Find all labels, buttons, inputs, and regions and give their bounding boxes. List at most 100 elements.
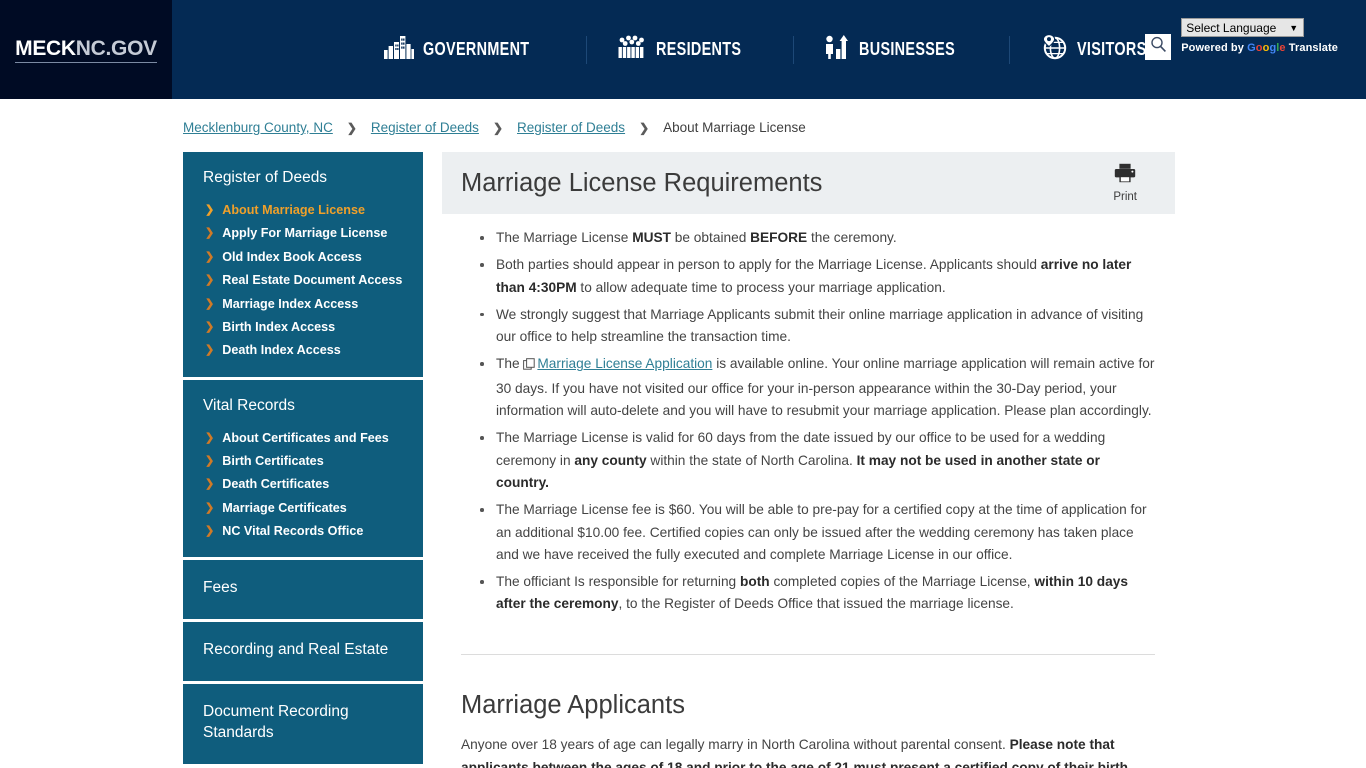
print-button[interactable]: Print [1113,163,1175,203]
external-link-icon [523,355,536,377]
sidebar-item-label: Old Index Book Access [222,249,362,264]
page-title-band: Marriage License Requirements Print [442,152,1175,214]
emphasis-text: Please note that applicants between the … [461,737,1129,768]
chevron-right-icon: ❯ [205,525,215,538]
sidebar-item-birth-certificates[interactable]: ❯ Birth Certificates [183,450,423,473]
logo-text: MECKNC.GOV [15,37,157,63]
nav-item-residents[interactable]: RESIDENTS [587,35,793,64]
sidebar-block: Register of Deeds ❯ About Marriage License… [183,152,423,377]
people-icon [617,35,647,64]
sidebar-item-label: Marriage Index Access [222,296,359,311]
chevron-right-icon: ❯ [205,250,215,263]
sidebar-item-label: About Marriage License [222,203,365,218]
sidebar-block[interactable]: Fees [183,557,423,620]
buildings-icon [384,35,415,64]
chevron-right-icon: ❯ [205,455,215,468]
powered-by-google-translate: Powered by Google Translate [1181,42,1338,54]
translate-text: Translate [1288,42,1338,54]
chevron-down-icon: ▼ [1289,22,1299,33]
language-select[interactable]: Select Language ▼ [1181,18,1305,37]
chevron-right-icon: ❯ [205,320,215,333]
sidebar-item-label: NC Vital Records Office [222,524,364,539]
sidebar-item-label: Death Index Access [222,343,341,358]
search-button[interactable] [1145,34,1172,60]
section-divider [461,653,1155,655]
sidebar: Register of Deeds ❯ About Marriage License… [183,152,423,768]
chevron-right-icon: ❯ [205,501,215,514]
sidebar-item-label: Apply For Marriage License [222,226,388,241]
chevron-right-icon: ❯ [205,431,215,444]
sidebar-list: ❯ About Marriage License ❯ Apply For Marria… [183,199,423,363]
breadcrumb: Mecklenburg County, NC ❯ Register of Dee… [0,99,1366,135]
sidebar-item-label: Real Estate Document Access [222,273,403,288]
breadcrumb-separator: ❯ [346,120,357,135]
nav-label-government: GOVERNMENT [423,39,530,59]
requirement-item: The officiant Is responsible for returni… [479,571,1155,616]
main-content: Marriage License Requirements Print The … [442,152,1175,768]
business-person-icon [824,35,850,64]
sidebar-item-marriage-index-access[interactable]: ❯ Marriage Index Access [183,292,423,315]
sidebar-block-title: Vital Records [203,396,295,414]
sidebar-item-label: Birth Index Access [222,319,336,334]
breadcrumb-item-1[interactable]: Register of Deeds [371,120,479,135]
chevron-right-icon: ❯ [205,227,215,240]
page-layout: Register of Deeds ❯ About Marriage License… [0,135,1366,768]
sidebar-item-marriage-certificates[interactable]: ❯ Marriage Certificates [183,497,423,520]
emphasis-text: BEFORE [750,230,808,245]
header-utilities: Select Language ▼ Powered by Google Tran… [1145,18,1338,60]
site-logo[interactable]: MECKNC.GOV [0,0,172,99]
sidebar-block[interactable]: Recording and Real Estate [183,619,423,682]
nav-label-businesses: BUSINESSES [858,39,955,59]
emphasis-text: within 10 days after the ceremony [496,574,1128,612]
sidebar-item-real-estate-document-access[interactable]: ❯ Real Estate Document Access [183,269,423,292]
sidebar-item-label: Death Certificates [222,477,330,492]
requirements-list: The Marriage License MUST be obtained BE… [461,227,1155,616]
breadcrumb-item-2[interactable]: Register of Deeds [517,120,625,135]
requirement-item: The Marriage License is valid for 60 day… [479,427,1155,494]
sidebar-item-label: About Certificates and Fees [222,430,389,445]
emphasis-text: arrive no later than 4:30PM [496,257,1132,295]
sidebar-item-label: Marriage Certificates [222,500,347,515]
breadcrumb-item-0[interactable]: Mecklenburg County, NC [183,120,333,135]
breadcrumb-separator: ❯ [639,120,650,135]
chevron-right-icon: ❯ [205,344,215,357]
requirement-item: The Marriage License Application is avai… [479,353,1155,422]
sidebar-item-death-index-access[interactable]: ❯ Death Index Access [183,339,423,362]
chevron-right-icon: ❯ [205,204,215,217]
google-wordmark: Google [1247,42,1286,54]
requirement-item: The Marriage License fee is $60. You wil… [479,499,1155,566]
nav-item-government[interactable]: GOVERNMENT [354,35,586,64]
sidebar-item-death-certificates[interactable]: ❯ Death Certificates [183,473,423,496]
sidebar-list: ❯ About Certificates and Fees ❯ Birth Certi… [183,426,423,543]
sidebar-item-birth-index-access[interactable]: ❯ Birth Index Access [183,316,423,339]
sidebar-item-nc-vital-records-office[interactable]: ❯ NC Vital Records Office [183,520,423,543]
sidebar-block-title: Recording and Real Estate [203,641,389,659]
site-header: MECKNC.GOV GOVERNMENT RESIDENTS BUSINESS… [0,0,1366,99]
chevron-right-icon: ❯ [205,297,215,310]
sidebar-blocks: Register of Deeds ❯ About Marriage License… [183,152,423,765]
sidebar-item-about-marriage-license[interactable]: ❯ About Marriage License [183,199,423,222]
breadcrumb-item-current: About Marriage License [663,120,806,135]
nav-item-businesses[interactable]: BUSINESSES [794,35,1009,64]
google-translate-widget: Select Language ▼ Powered by Google Tran… [1181,18,1338,54]
requirement-item: The Marriage License MUST be obtained BE… [479,227,1155,249]
sidebar-block[interactable]: Document Recording Standards [183,681,423,765]
nav-label-residents: RESIDENTS [656,39,742,59]
requirements-section: The Marriage License MUST be obtained BE… [442,214,1175,655]
search-icon [1150,36,1167,58]
breadcrumb-separator: ❯ [492,120,503,135]
sidebar-item-label: Birth Certificates [222,454,324,469]
page-title: Marriage License Requirements [461,168,823,197]
logo-ncgov: NC.GOV [75,36,157,60]
globe-pin-icon [1040,34,1068,65]
marriage-applicants-section: Marriage Applicants Anyone over 18 years… [442,690,1175,768]
emphasis-text: MUST [632,230,671,245]
powered-by-text: Powered by [1181,42,1244,54]
sidebar-block-title: Document Recording Standards [203,703,349,742]
sidebar-item-apply-for-marriage-license[interactable]: ❯ Apply For Marriage License [183,222,423,245]
sidebar-block: Vital Records ❯ About Certificates and Fee… [183,376,423,558]
sidebar-item-old-index-book-access[interactable]: ❯ Old Index Book Access [183,246,423,269]
marriage-license-application-link[interactable]: Marriage License Application [537,356,712,371]
requirement-item: We strongly suggest that Marriage Applic… [479,304,1155,349]
sidebar-item-about-certificates-and-fees[interactable]: ❯ About Certificates and Fees [183,426,423,449]
